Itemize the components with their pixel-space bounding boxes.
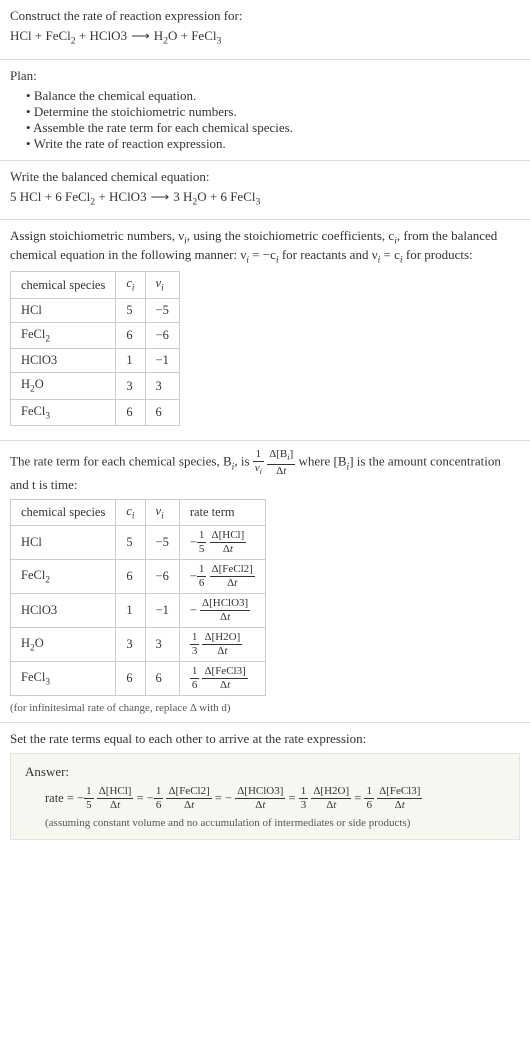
- rateterm-text: , is: [234, 454, 252, 469]
- answer-rate-expression: rate = −15 Δ[HCl]Δt = −16 Δ[FeCl2]Δt = −…: [45, 786, 505, 811]
- cell-ci: 3: [116, 628, 145, 662]
- table-row: HCl 5 −5: [11, 298, 180, 322]
- cell-vi: 3: [145, 628, 179, 662]
- balanced-equation: 5 HCl + 6 FeCl2 + HClO3⟶3 H2O + 6 FeCl3: [10, 189, 520, 208]
- cell-species: HCl: [11, 298, 116, 322]
- prompt-title: Construct the rate of reaction expressio…: [10, 8, 520, 24]
- col-species: chemical species: [11, 499, 116, 526]
- table-row: HClO3 1 −1 − Δ[HClO3]Δt: [11, 594, 266, 628]
- col-ci: ci: [116, 499, 145, 526]
- col-ci: ci: [116, 272, 145, 299]
- balanced-intro: Write the balanced chemical equation:: [10, 169, 520, 185]
- stoich-text: Assign stoichiometric numbers, ν: [10, 228, 184, 243]
- prompt-section: Construct the rate of reaction expressio…: [0, 0, 530, 60]
- plan-item: Write the rate of reaction expression.: [26, 136, 520, 152]
- cell-species: FeCl3: [11, 662, 116, 696]
- cell-rate: −16 Δ[FeCl2]Δt: [179, 560, 265, 594]
- table-row: H2O 3 3 13 Δ[H2O]Δt: [11, 628, 266, 662]
- col-vi: νi: [145, 272, 179, 299]
- stoich-text: for reactants and ν: [279, 247, 378, 262]
- rateterm-note: (for infinitesimal rate of change, repla…: [10, 702, 520, 714]
- col-vi: νi: [145, 499, 179, 526]
- cell-species: FeCl3: [11, 399, 116, 426]
- cell-ci: 1: [116, 349, 145, 373]
- stoich-section: Assign stoichiometric numbers, νi, using…: [0, 220, 530, 441]
- rateterm-section: The rate term for each chemical species,…: [0, 441, 530, 723]
- cell-rate: −15 Δ[HCl]Δt: [179, 526, 265, 560]
- table-row: HClO3 1 −1: [11, 349, 180, 373]
- answer-box: Answer: rate = −15 Δ[HCl]Δt = −16 Δ[FeCl…: [10, 753, 520, 840]
- cell-ci: 1: [116, 594, 145, 628]
- plan-item: Balance the chemical equation.: [26, 88, 520, 104]
- cell-ci: 6: [116, 322, 145, 349]
- cell-vi: −1: [145, 349, 179, 373]
- cell-ci: 6: [116, 560, 145, 594]
- plan-item: Assemble the rate term for each chemical…: [26, 120, 520, 136]
- stoich-text: for products:: [403, 247, 473, 262]
- cell-species: HCl: [11, 526, 116, 560]
- cell-vi: −5: [145, 526, 179, 560]
- cell-vi: 6: [145, 399, 179, 426]
- stoich-intro: Assign stoichiometric numbers, νi, using…: [10, 228, 520, 265]
- cell-species: FeCl2: [11, 560, 116, 594]
- final-intro: Set the rate terms equal to each other t…: [10, 731, 520, 747]
- cell-vi: −5: [145, 298, 179, 322]
- rateterm-text: where [B: [298, 454, 346, 469]
- table-row: FeCl2 6 −6: [11, 322, 180, 349]
- final-section: Set the rate terms equal to each other t…: [0, 723, 530, 858]
- cell-species: FeCl2: [11, 322, 116, 349]
- cell-ci: 6: [116, 662, 145, 696]
- cell-ci: 5: [116, 526, 145, 560]
- table-row: FeCl2 6 −6 −16 Δ[FeCl2]Δt: [11, 560, 266, 594]
- plan-item: Determine the stoichiometric numbers.: [26, 104, 520, 120]
- fraction-dBi-dt: Δ[Bi]Δt: [267, 449, 295, 476]
- stoich-text: , using the stoichiometric coefficients,…: [187, 228, 394, 243]
- cell-species: HClO3: [11, 349, 116, 373]
- cell-ci: 6: [116, 399, 145, 426]
- cell-vi: −1: [145, 594, 179, 628]
- plan-section: Plan: Balance the chemical equation. Det…: [0, 60, 530, 161]
- cell-vi: −6: [145, 322, 179, 349]
- cell-rate: − Δ[HClO3]Δt: [179, 594, 265, 628]
- stoich-table: chemical species ci νi HCl 5 −5 FeCl2 6 …: [10, 271, 180, 426]
- rateterm-table: chemical species ci νi rate term HCl 5 −…: [10, 499, 266, 697]
- cell-species: HClO3: [11, 594, 116, 628]
- fraction-1-over-vi: 1νi: [253, 449, 264, 476]
- table-row: FeCl3 6 6: [11, 399, 180, 426]
- table-header-row: chemical species ci νi rate term: [11, 499, 266, 526]
- table-row: FeCl3 6 6 16 Δ[FeCl3]Δt: [11, 662, 266, 696]
- rate-prefix: rate =: [45, 791, 77, 805]
- cell-rate: 16 Δ[FeCl3]Δt: [179, 662, 265, 696]
- cell-species: H2O: [11, 373, 116, 400]
- prompt-equation: HCl + FeCl2 + HClO3⟶H2O + FeCl3: [10, 28, 520, 47]
- rateterm-text: The rate term for each chemical species,…: [10, 454, 232, 469]
- balanced-section: Write the balanced chemical equation: 5 …: [0, 161, 530, 221]
- table-row: H2O 3 3: [11, 373, 180, 400]
- answer-note: (assuming constant volume and no accumul…: [45, 817, 505, 829]
- stoich-text: = −c: [249, 247, 276, 262]
- col-rate: rate term: [179, 499, 265, 526]
- table-header-row: chemical species ci νi: [11, 272, 180, 299]
- answer-label: Answer:: [25, 764, 505, 780]
- cell-species: H2O: [11, 628, 116, 662]
- cell-ci: 3: [116, 373, 145, 400]
- cell-ci: 5: [116, 298, 145, 322]
- cell-rate: 13 Δ[H2O]Δt: [179, 628, 265, 662]
- cell-vi: 3: [145, 373, 179, 400]
- stoich-text: = c: [380, 247, 400, 262]
- rateterm-intro: The rate term for each chemical species,…: [10, 449, 520, 492]
- cell-vi: 6: [145, 662, 179, 696]
- plan-label: Plan:: [10, 68, 520, 84]
- plan-list: Balance the chemical equation. Determine…: [10, 88, 520, 152]
- table-row: HCl 5 −5 −15 Δ[HCl]Δt: [11, 526, 266, 560]
- cell-vi: −6: [145, 560, 179, 594]
- col-species: chemical species: [11, 272, 116, 299]
